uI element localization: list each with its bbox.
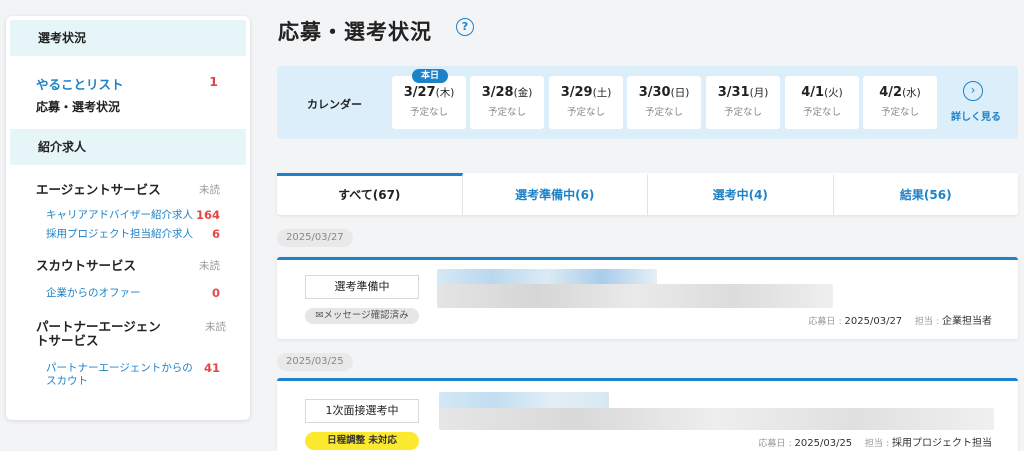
day-weekday: (水): [902, 87, 921, 99]
sidebar-item-company-offers[interactable]: 企業からのオファー 0: [46, 287, 250, 300]
item-count: 0: [211, 286, 220, 300]
group-title: エージェントサービス: [36, 182, 161, 197]
calendar-more-link[interactable]: 詳しく見る: [951, 108, 1001, 123]
group-scout-service: スカウトサービス 未読: [36, 259, 250, 273]
day-schedule: 予定なし: [880, 107, 919, 118]
applied-date: 2025/03/27: [844, 316, 903, 327]
application-card[interactable]: 選考準備中 ✉メッセージ確認済み 応募日 : 2025/03/27 担当 : 企…: [277, 257, 1018, 339]
applied-date-label: 応募日: [758, 439, 786, 449]
sidebar-item-label: やることリスト: [36, 77, 124, 92]
group-partner-service: パートナーエージェントサービス 未読: [36, 320, 226, 348]
unread-label: 未読: [199, 260, 220, 272]
day-schedule: 予定なし: [644, 107, 683, 118]
calendar-day[interactable]: 3/28(金) 予定なし: [470, 76, 544, 129]
sidebar-item-label: 企業からのオファー: [46, 287, 141, 299]
day-date: 3/27: [403, 85, 436, 100]
unread-label: 未読: [199, 184, 220, 196]
schedule-pending-badge: 日程調整 未対応: [305, 432, 419, 450]
sidebar-item-label: キャリアアドバイザー紹介求人: [46, 209, 193, 221]
sidebar-item-label: パートナーエージェントからのスカウト: [46, 362, 193, 387]
status-label: 1次面接選考中: [305, 399, 419, 423]
tab-all[interactable]: すべて(67): [277, 173, 463, 215]
status-label: 選考準備中: [305, 275, 419, 299]
sidebar-item-todo-list[interactable]: やることリスト 1: [36, 74, 250, 92]
owner-label: 担当: [864, 439, 883, 449]
day-weekday: (月): [749, 87, 769, 99]
help-icon[interactable]: ?: [456, 18, 474, 36]
owner-name: 採用プロジェクト担当: [892, 438, 992, 449]
date-separator: 2025/03/25: [277, 353, 353, 371]
day-schedule: 予定なし: [566, 107, 605, 118]
section-header-referrals: 紹介求人: [10, 129, 246, 165]
day-date: 3/28: [481, 85, 514, 100]
applied-date: 2025/03/25: [794, 438, 853, 449]
message-read-badge: ✉メッセージ確認済み: [305, 308, 419, 324]
tab-preparing[interactable]: 選考準備中(6): [463, 173, 648, 215]
sidebar-item-project-jobs[interactable]: 採用プロジェクト担当紹介求人 6: [46, 228, 250, 241]
calendar-day[interactable]: 3/27(木) 予定なし: [392, 76, 466, 129]
day-weekday: (木): [435, 87, 455, 99]
application-card[interactable]: 1次面接選考中 日程調整 未対応 応募日 : 2025/03/25 担当 : 採…: [277, 378, 1018, 451]
today-badge: 本日: [412, 69, 448, 83]
redacted-job-title: [437, 284, 833, 308]
sidebar-item-application-status[interactable]: 応募・選考状況: [36, 98, 250, 115]
day-schedule: 予定なし: [409, 107, 448, 118]
calendar-day[interactable]: 3/30(日) 予定なし: [627, 76, 701, 129]
day-weekday: (金): [513, 87, 533, 99]
day-date: 4/2: [879, 85, 903, 100]
calendar-strip: カレンダー 本日 3/27(木) 予定なし 3/28(金) 予定なし 3/29(…: [277, 66, 1018, 139]
calendar-label: カレンダー: [307, 98, 362, 111]
calendar-day[interactable]: 3/31(月) 予定なし: [706, 76, 780, 129]
badge-text: メッセージ確認済み: [323, 310, 409, 321]
tab-in-selection[interactable]: 選考中(4): [648, 173, 834, 215]
redacted-job-title: [439, 408, 994, 430]
day-schedule: 予定なし: [802, 107, 841, 118]
page-title: 応募・選考状況: [278, 20, 432, 44]
day-weekday: (土): [592, 87, 612, 99]
group-agent-service: エージェントサービス 未読: [36, 183, 250, 197]
day-date: 3/29: [560, 85, 593, 100]
group-title: スカウトサービス: [36, 258, 137, 273]
day-schedule: 予定なし: [487, 107, 526, 118]
application-meta: 応募日 : 2025/03/27 担当 : 企業担当者: [808, 316, 992, 327]
sidebar-item-partner-scouts[interactable]: パートナーエージェントからのスカウト 41: [46, 362, 250, 388]
calendar-day[interactable]: 4/2(水) 予定なし: [863, 76, 937, 129]
day-date: 3/30: [638, 85, 671, 100]
todo-count: 1: [209, 74, 218, 89]
day-date: 3/31: [717, 85, 750, 100]
group-title: パートナーエージェントサービス: [36, 319, 161, 348]
day-weekday: (火): [824, 87, 843, 99]
sidebar-item-advisor-jobs[interactable]: キャリアアドバイザー紹介求人 164: [46, 209, 250, 222]
day-schedule: 予定なし: [723, 107, 762, 118]
status-tabs: すべて(67) 選考準備中(6) 選考中(4) 結果(56): [277, 173, 1018, 215]
date-separator: 2025/03/27: [277, 229, 353, 247]
application-meta: 応募日 : 2025/03/25 担当 : 採用プロジェクト担当: [758, 438, 992, 449]
item-count: 41: [203, 361, 220, 375]
calendar-day[interactable]: 3/29(土) 予定なし: [549, 76, 623, 129]
owner-name: 企業担当者: [942, 316, 992, 327]
tab-results[interactable]: 結果(56): [834, 173, 1019, 215]
day-weekday: (日): [670, 87, 690, 99]
owner-label: 担当: [914, 317, 933, 327]
chevron-right-circle-icon[interactable]: ›: [963, 81, 983, 101]
day-date: 4/1: [801, 85, 825, 100]
calendar-day[interactable]: 4/1(火) 予定なし: [785, 76, 859, 129]
section-header-selection: 選考状況: [10, 20, 246, 56]
applied-date-label: 応募日: [808, 317, 836, 327]
item-count: 164: [195, 208, 220, 222]
sidebar-item-label: 採用プロジェクト担当紹介求人: [46, 228, 193, 240]
unread-label: 未読: [205, 321, 226, 333]
item-count: 6: [211, 227, 220, 241]
sidebar: 選考状況 やることリスト 1 応募・選考状況 紹介求人 エージェントサービス 未…: [6, 16, 250, 420]
